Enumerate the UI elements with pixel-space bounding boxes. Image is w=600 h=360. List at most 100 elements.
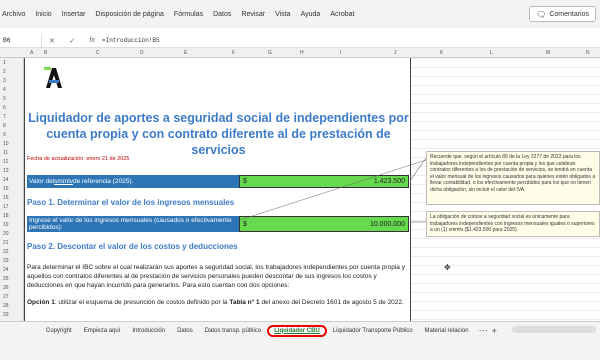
row-number[interactable]: 13 [3,168,9,174]
sheet-tabs: Copyright Empieza aquí Introducción Dato… [0,321,600,339]
row-number[interactable]: 4 [3,87,6,93]
col-i[interactable]: I [340,50,341,56]
liquidador-sheet: Liquidador de aportes a seguridad social… [24,58,411,321]
uvt-value-cell[interactable]: $ 1.423.500 [239,175,409,188]
row-number[interactable]: 14 [3,177,9,183]
uvt-currency: $ [243,178,247,185]
menu-formulas[interactable]: Fórmulas [174,11,203,18]
explanation-paragraph: Para determinar el IBC sobre el cual rea… [27,264,405,289]
row-number[interactable]: 19 [3,222,9,228]
tab-empieza-aqui[interactable]: Empieza aquí [78,328,127,334]
menu-ayuda[interactable]: Ayuda [301,11,321,18]
option1-text: : utilizar el esquema de presunción de c… [54,299,230,306]
row-number[interactable]: 26 [3,285,9,291]
uvt-label-pre: Valor del [29,178,55,185]
function-icon[interactable]: fx [89,37,94,45]
col-b[interactable]: B [44,50,47,56]
tab-introduccion[interactable]: Introducción [126,328,171,334]
row-number[interactable]: 25 [3,276,9,282]
uvt-label-link[interactable]: smmlv [54,178,73,185]
row-number[interactable]: 15 [3,186,9,192]
row-number[interactable]: 27 [3,294,9,300]
col-k[interactable]: K [440,50,443,56]
col-m[interactable]: M [546,50,550,56]
menu-revisar[interactable]: Revisar [241,11,265,18]
income-currency: $ [243,220,247,228]
col-d[interactable]: D [140,50,144,56]
move-cursor-icon: ✥ [444,263,451,272]
col-j[interactable]: J [394,50,397,56]
enter-icon[interactable]: ✓ [69,37,75,45]
row-number[interactable]: 6 [3,105,6,111]
tab-datos[interactable]: Datos [171,328,199,334]
col-n[interactable]: N [586,50,590,56]
note-ingresos[interactable]: Recuerde que, según el artículo 89 de la… [426,151,600,205]
formula-input[interactable]: =Introducción!B5 [102,37,160,44]
row-number[interactable]: 5 [3,96,6,102]
comments-button[interactable]: 🗨 Comentarios [529,6,596,22]
tab-datos-transp[interactable]: Datos transp. público [199,328,267,334]
col-c[interactable]: C [96,50,100,56]
col-a[interactable]: A [30,50,33,56]
menu-insertar[interactable]: Insertar [62,11,86,18]
col-f[interactable]: F [232,50,235,56]
row-number[interactable]: 8 [3,123,6,129]
row-number[interactable]: 23 [3,258,9,264]
tab-material[interactable]: Material relacion [419,328,475,334]
income-label: Ingrese el valor de los ingresos mensual… [27,216,239,232]
row-number[interactable]: 20 [3,231,9,237]
menu-acrobat[interactable]: Acrobat [330,11,354,18]
row-header: 1 2 3 4 5 6 7 8 9 10 11 12 13 14 15 16 17 18 19 20 21 22 23 24 2… [0,58,24,321]
add-sheet-icon[interactable]: + [492,326,497,336]
column-header: A B C D E F G H I J K L M N [0,48,600,58]
menu-disposicion[interactable]: Disposición de página [95,11,164,18]
tab-copyright[interactable]: Copyright [40,328,78,334]
row-number[interactable]: 9 [3,132,6,138]
menu-datos[interactable]: Datos [213,11,231,18]
row-number[interactable]: 28 [3,303,9,309]
more-tabs-icon[interactable]: ⋯ [479,325,488,336]
step1-heading: Paso 1. Determinar el valor de los ingre… [27,198,235,207]
step2-heading: Paso 2. Descontar el valor de los costos… [27,242,238,251]
page-title: Liquidador de aportes a seguridad social… [28,111,409,157]
income-value: 10.000.000 [369,220,405,228]
tab-liquidador-transporte[interactable]: Liquidador Transporte Público [327,328,419,334]
row-number[interactable]: 2 [3,69,6,75]
update-date: Fecha de actualización: enero 21 de 2025 [27,156,130,162]
row-number[interactable]: 1 [3,60,6,66]
option1-bold: Opción 1 [27,299,55,306]
comment-icon: 🗨 [536,9,547,19]
row-number[interactable]: 18 [3,213,9,219]
row-number[interactable]: 24 [3,267,9,273]
formula-icons: ✕ ✓ fx [42,37,102,45]
row-number[interactable]: 7 [3,114,6,120]
row-number[interactable]: 22 [3,249,9,255]
col-h[interactable]: H [300,50,304,56]
option1-paragraph: Opción 1: utilizar el esquema de presunc… [27,298,409,307]
row-number[interactable]: 17 [3,204,9,210]
row-number[interactable]: 3 [3,78,6,84]
menu-archivo[interactable]: Archivo [2,11,25,18]
ribbon-menu: Archivo Inicio Insertar Disposición de p… [0,0,600,28]
uvt-value: 1.423.500 [373,178,405,185]
menu-inicio[interactable]: Inicio [35,11,51,18]
cancel-icon[interactable]: ✕ [49,37,55,45]
name-box[interactable]: B6 [0,34,42,47]
col-l[interactable]: L [490,50,493,56]
tab-liquidador-cbu[interactable]: Liquidador CBU [267,324,327,337]
row-number[interactable]: 16 [3,195,9,201]
col-e[interactable]: E [184,50,187,56]
row-number[interactable]: 12 [3,159,9,165]
income-input[interactable]: $ 10.000.000 [239,216,409,232]
horizontal-scrollbar[interactable] [512,326,596,333]
note-obligacion[interactable]: La obligación de cotizar a seguridad soc… [426,211,600,237]
formula-bar: B6 ✕ ✓ fx =Introducción!B5 [0,34,600,48]
row-number[interactable]: 21 [3,240,9,246]
option1-table: Tabla n° 1 [229,299,260,306]
uvt-label-post: de referencia (2025). [72,178,134,185]
col-g[interactable]: G [268,50,272,56]
row-number[interactable]: 29 [3,312,9,318]
row-number[interactable]: 11 [3,150,8,156]
menu-vista[interactable]: Vista [275,11,290,18]
row-number[interactable]: 10 [3,141,9,147]
